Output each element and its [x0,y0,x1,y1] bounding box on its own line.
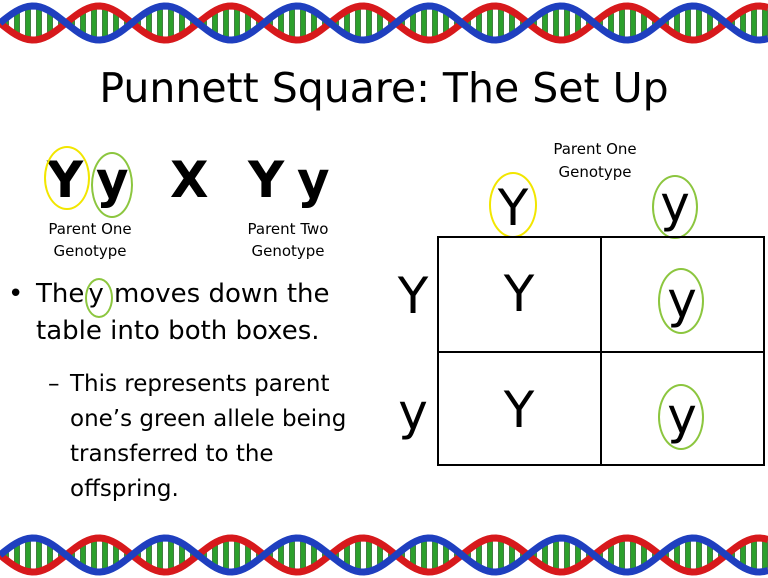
dna-rung [432,6,438,40]
bullet-main-highlight: y [85,276,115,318]
dna-rung [91,6,97,40]
dna-rung [102,538,108,572]
punnett-top-label-line1: Parent One [553,140,637,158]
dna-rung [36,6,42,40]
dna-rung [168,538,174,572]
dna-rung [696,6,702,40]
dna-border-bottom [0,534,768,576]
dna-rung [432,538,438,572]
dna-rung [619,6,625,40]
dna-rung [619,538,625,572]
dna-rung [157,6,163,40]
dna-rung [168,6,174,40]
punnett-side-allele-2: y [398,383,428,441]
dna-rung [102,6,108,40]
dna-rung [696,538,702,572]
dna-rung [157,538,163,572]
dna-rung [762,538,768,572]
dna-rung [366,6,372,40]
dna-rung [487,6,493,40]
dna-rung [300,538,306,572]
parent-one-label-line2: Genotype [53,242,127,260]
dna-rung [498,6,504,40]
dna-rung [223,6,229,40]
green-highlight-ring [658,268,704,334]
dash-icon: – [48,371,60,397]
bullet-main-text-before: The [36,279,85,309]
parent-one-label-line1: Parent One [48,220,132,238]
dna-rung [355,538,361,572]
dna-rung [498,538,504,572]
slide: Punnett Square: The Set Up Y y Parent On… [0,0,768,578]
dna-rung [421,6,427,40]
dna-rung [91,538,97,572]
dna-rung [289,538,295,572]
dna-rung [300,6,306,40]
dna-rung [234,6,240,40]
yellow-highlight-ring [489,172,537,238]
dna-rung [223,538,229,572]
dna-border-top [0,2,768,44]
bullet-sub-text: This represents parent one’s green allel… [70,371,347,502]
yellow-highlight-ring [44,146,90,210]
dna-rung [355,6,361,40]
dna-rung [751,538,757,572]
dna-rung [630,538,636,572]
punnett-side-allele-1: Y [397,267,429,325]
dna-rung [685,6,691,40]
dna-rung [366,538,372,572]
dna-rung [553,538,559,572]
dna-rung [25,6,31,40]
dna-rung [630,6,636,40]
dna-rung [564,538,570,572]
parent-two-label-line1: Parent Two [247,220,329,238]
dna-rung [553,6,559,40]
slide-title: Punnett Square: The Set Up [99,64,669,112]
dna-rung [36,538,42,572]
dna-rung [289,6,295,40]
dna-rung [25,538,31,572]
dna-rung [751,6,757,40]
dna-rung [564,6,570,40]
punnett-cell-2-1: Y [503,381,535,439]
green-highlight-ring [652,175,698,239]
green-highlight-ring [658,384,704,450]
green-highlight-ring [91,152,133,218]
bullet-dot-icon: • [8,279,24,309]
cross-symbol: X [170,151,209,209]
punnett-divider-horizontal [437,351,765,353]
parent-two-allele-1: Y [248,151,285,209]
dna-rung [234,538,240,572]
parent-two-allele-2: y [297,151,330,209]
parent-two-label-line2: Genotype [251,242,325,260]
dna-rung [762,6,768,40]
punnett-cell-1-1: Y [503,265,535,323]
dna-rung [685,538,691,572]
dna-rung [487,538,493,572]
punnett-top-label-line2: Genotype [558,163,632,181]
dna-rung [421,538,427,572]
